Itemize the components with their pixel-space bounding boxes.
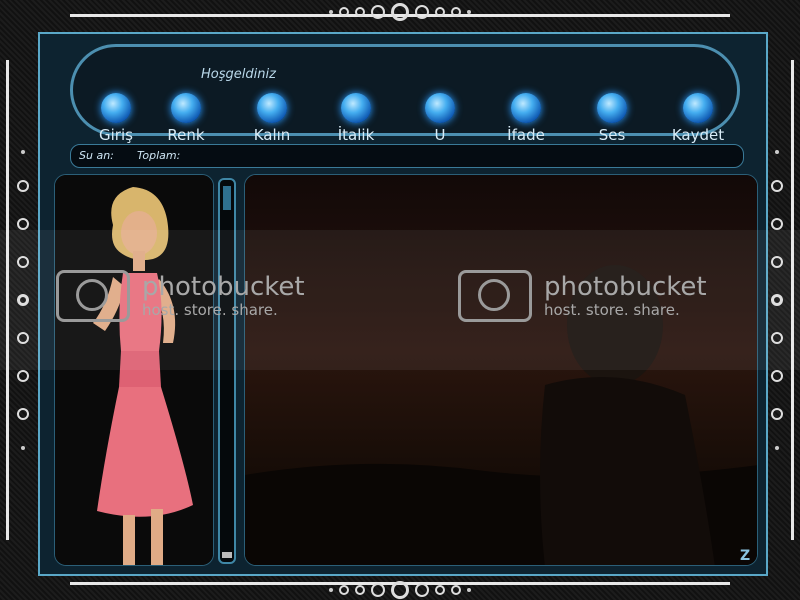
online-now-label: Su an: — [79, 149, 114, 162]
underline-button[interactable]: U — [405, 91, 475, 147]
camera-icon — [56, 270, 130, 322]
sound-button-label: Ses — [598, 126, 626, 144]
frame-ornament-top — [260, 2, 540, 22]
color-button[interactable]: Renk — [151, 91, 221, 147]
sound-button[interactable]: Ses — [577, 91, 647, 147]
camera-icon — [458, 270, 532, 322]
emoticon-button[interactable]: İfade — [491, 91, 561, 147]
orb-icon — [101, 93, 131, 123]
watermark-tagline: host. store. share. — [544, 301, 680, 319]
orb-icon — [683, 93, 713, 123]
watermark-brand: photobucket — [142, 272, 305, 302]
scroll-thumb[interactable] — [223, 186, 231, 210]
color-button-label: Renk — [167, 126, 205, 144]
watermark-brand: photobucket — [544, 272, 707, 302]
watermark-tagline: host. store. share. — [142, 301, 278, 319]
emoticon-button-label: İfade — [507, 126, 545, 144]
orb-icon — [341, 93, 371, 123]
bold-button-label: Kalın — [253, 126, 291, 144]
scroll-end-handle[interactable] — [222, 552, 232, 558]
login-button-label: Giriş — [99, 126, 133, 144]
bold-button[interactable]: Kalın — [237, 91, 307, 147]
italic-button[interactable]: İtalik — [321, 91, 391, 147]
total-users-label: Toplam: — [137, 149, 181, 162]
orb-icon — [511, 93, 541, 123]
underline-button-label: U — [434, 126, 446, 144]
orb-icon — [425, 93, 455, 123]
save-button-label: Kaydet — [671, 126, 725, 144]
italic-button-label: İtalik — [337, 126, 375, 144]
orb-icon — [257, 93, 287, 123]
save-button[interactable]: Kaydet — [663, 91, 733, 147]
watermark-left: photobucket host. store. share. — [56, 270, 305, 322]
watermark-right: photobucket host. store. share. — [458, 270, 707, 322]
toolbar: Hoşgeldiniz Giriş Renk Kalın İtalik U İf… — [70, 44, 740, 144]
orb-icon — [171, 93, 201, 123]
orb-icon — [597, 93, 627, 123]
login-button[interactable]: Giriş — [81, 91, 151, 147]
corner-logo-mark: Z — [740, 548, 751, 564]
welcome-text: Hoşgeldiniz — [201, 67, 276, 82]
status-bar: Su an: Toplam: — [70, 144, 744, 168]
frame-ornament-bottom — [260, 580, 540, 600]
